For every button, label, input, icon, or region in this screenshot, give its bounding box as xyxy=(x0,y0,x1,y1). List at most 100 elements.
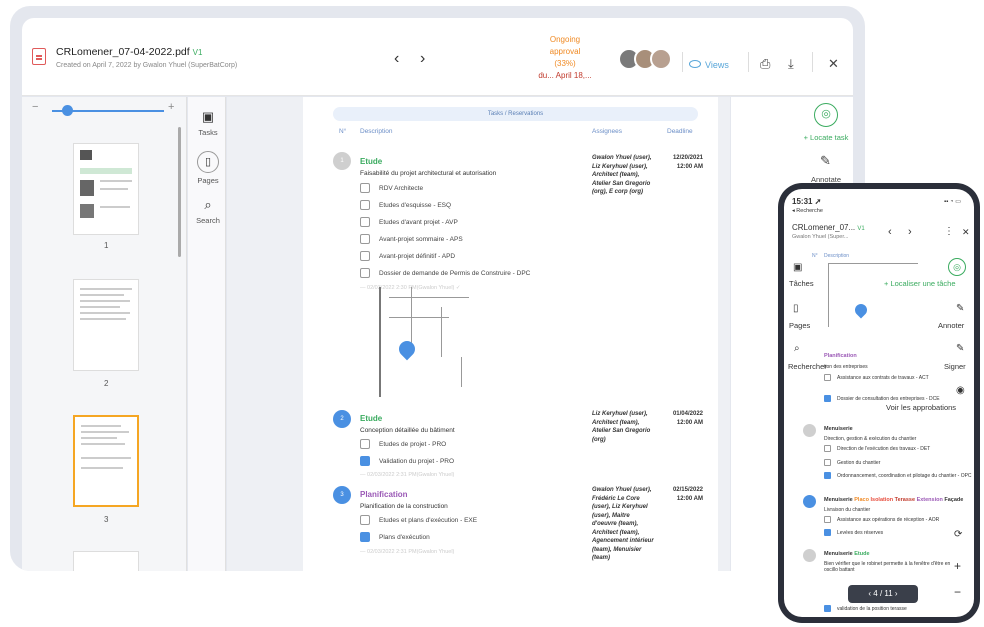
divider xyxy=(812,52,813,72)
document-side-nav: ▣ Tasks ▯ Pages ⌕ Search xyxy=(188,97,226,571)
task-label: Plans d'exécution xyxy=(379,534,430,541)
task-label: Dossier de demande de Permis de Construi… xyxy=(379,270,531,277)
location-pin-icon[interactable] xyxy=(852,301,870,319)
page-thumbnail[interactable] xyxy=(73,279,139,371)
mobile-section-title: Planification xyxy=(824,353,857,359)
file-created-info: Created on April 7, 2022 by Gwalon Yhuel… xyxy=(56,62,238,69)
desktop-header: CRLomener_07-04-2022.pdf V1 Created on Ap… xyxy=(22,18,853,96)
mobile-section-sub: Livraison du chantier xyxy=(824,507,871,513)
status-line-1: Ongoing xyxy=(549,35,581,44)
mobile-screen: 15:31 ➚ ▪▪ ◔ ▭ ◂ Recherche CRLomener_07.… xyxy=(784,189,974,617)
mobile-sign[interactable]: Signer xyxy=(944,362,966,371)
col-deadline: Deadline xyxy=(667,128,693,135)
zoom-out-icon[interactable]: − xyxy=(32,101,38,113)
mobile-task-label: validation de la position terasse xyxy=(837,606,907,612)
more-icon[interactable]: ⋮ xyxy=(944,226,954,237)
task-checkbox[interactable] xyxy=(360,268,370,278)
mobile-checkbox[interactable] xyxy=(824,374,831,381)
mobile-checkbox[interactable] xyxy=(824,459,831,466)
pdf-page: Tasks / Reservations N° Description Assi… xyxy=(303,97,718,571)
mobile-tab-tasks[interactable]: Tâches xyxy=(789,279,814,288)
prev-page-button[interactable]: ‹ xyxy=(394,50,399,68)
clipboard-icon: ▣ xyxy=(201,109,215,124)
mobile-close-icon[interactable]: ✕ xyxy=(962,227,970,238)
download-icon[interactable]: ⤓ xyxy=(788,56,794,72)
next-page-button[interactable]: › xyxy=(420,50,425,68)
mobile-tab-pages[interactable]: Pages xyxy=(789,321,810,330)
mobile-col-num: N° xyxy=(812,253,818,259)
mobile-locate-task[interactable]: + Localiser une tâche xyxy=(884,279,956,288)
avatar xyxy=(650,48,672,70)
row-deadline: 01/04/2022 12:00 AM xyxy=(672,411,703,426)
task-label: Avant-projet définitif - APD xyxy=(379,253,456,260)
location-target-icon[interactable]: ◎ xyxy=(814,103,838,127)
close-icon[interactable]: ✕ xyxy=(828,56,839,72)
search-icon: ⌕ xyxy=(204,197,212,212)
task-label: Validation du projet - PRO xyxy=(379,458,455,465)
page-thumbnail[interactable] xyxy=(73,143,139,235)
location-pin-icon[interactable] xyxy=(395,337,419,361)
mobile-pencil-icon[interactable]: ✎ xyxy=(956,303,964,314)
approval-status[interactable]: Ongoing approval (33%) du... April 18,..… xyxy=(530,34,600,82)
row-assignees: Liz Keryhuel (user), Architect (team), A… xyxy=(592,411,651,443)
task-checkbox[interactable] xyxy=(360,183,370,193)
refresh-icon[interactable]: ⟳ xyxy=(954,529,962,540)
mobile-view-approvals[interactable]: Voir les approbations xyxy=(886,403,956,412)
mobile-checkbox[interactable] xyxy=(824,445,831,452)
row-number-badge: 1 xyxy=(333,152,351,170)
tab-tasks[interactable]: ▣ Tasks xyxy=(191,109,225,137)
avatar-group[interactable] xyxy=(618,48,674,72)
zoom-in-icon[interactable]: + xyxy=(168,101,174,113)
eye-icon xyxy=(689,60,701,68)
task-checkbox[interactable] xyxy=(360,515,370,525)
mobile-section-title: Menuiserie Etude xyxy=(824,551,870,557)
mobile-prev-icon[interactable]: ‹ xyxy=(888,226,892,238)
mobile-checkbox[interactable] xyxy=(824,516,831,523)
task-checkbox[interactable] xyxy=(360,217,370,227)
mobile-task-label: Direction de l'exécution des travaux - D… xyxy=(837,446,931,452)
mobile-next-icon[interactable]: › xyxy=(908,226,912,238)
zoom-in-icon[interactable]: + xyxy=(954,559,961,573)
mobile-checkbox-checked[interactable] xyxy=(824,605,831,612)
mobile-checkbox-checked[interactable] xyxy=(824,529,831,536)
validation-stamp: — 02/03/2022 2:31 PM(Gwalon Yhuel) xyxy=(360,549,455,555)
mobile-page-pager[interactable]: ‹ 4 / 11 › xyxy=(848,585,918,603)
page-thumbnail[interactable] xyxy=(73,551,139,571)
mobile-locate-icon[interactable]: ◎ xyxy=(948,258,966,276)
row-subtitle: Conception détaillée du bâtiment xyxy=(360,427,455,434)
task-checkbox[interactable] xyxy=(360,439,370,449)
mobile-task-label: Levées des réserves xyxy=(837,530,884,536)
mobile-tab-search[interactable]: Rechercher xyxy=(788,362,827,371)
page-thumbnail-selected[interactable] xyxy=(73,415,139,507)
views-button[interactable]: Views xyxy=(705,60,729,70)
mobile-eye-icon[interactable]: ◉ xyxy=(956,385,965,396)
task-checkbox[interactable] xyxy=(360,200,370,210)
mobile-sign-icon[interactable]: ✎ xyxy=(956,343,964,354)
zoom-out-icon[interactable]: − xyxy=(954,585,961,599)
mobile-task-label: Assistance aux opérations de réception -… xyxy=(837,517,940,523)
tab-pages[interactable]: ▯ Pages xyxy=(191,151,225,185)
task-checkbox[interactable] xyxy=(360,234,370,244)
document-viewer: Tasks / Reservations N° Description Assi… xyxy=(227,97,730,571)
zoom-slider-handle[interactable] xyxy=(62,105,73,116)
status-due-date: du... April 18,... xyxy=(538,71,592,80)
mobile-task-label: Assistance aux contrats de travaux - ACT xyxy=(837,375,929,381)
mobile-annotate[interactable]: Annoter xyxy=(938,321,964,330)
task-checkbox-checked[interactable] xyxy=(360,456,370,466)
thumbnail-scrollbar[interactable] xyxy=(178,127,181,257)
plan-sketch-image xyxy=(379,287,479,397)
thumbnail-panel: − + 1 2 3 xyxy=(22,97,187,571)
print-icon[interactable]: ⎙ xyxy=(760,56,770,72)
pencil-icon[interactable]: ✎ xyxy=(820,153,831,169)
row-subtitle: Planification de la construction xyxy=(360,503,448,510)
mobile-checkbox-checked[interactable] xyxy=(824,395,831,402)
task-checkbox-checked[interactable] xyxy=(360,532,370,542)
row-number-badge: 2 xyxy=(333,410,351,428)
mobile-phone-frame: 15:31 ➚ ▪▪ ◔ ▭ ◂ Recherche CRLomener_07.… xyxy=(778,183,980,623)
mobile-checkbox-checked[interactable] xyxy=(824,472,831,479)
back-link[interactable]: ◂ Recherche xyxy=(792,208,823,214)
task-checkbox[interactable] xyxy=(360,251,370,261)
locate-task-button[interactable]: + Locate task xyxy=(776,133,865,142)
tab-search[interactable]: ⌕ Search xyxy=(191,197,225,225)
col-assignees: Assignees xyxy=(592,128,622,135)
